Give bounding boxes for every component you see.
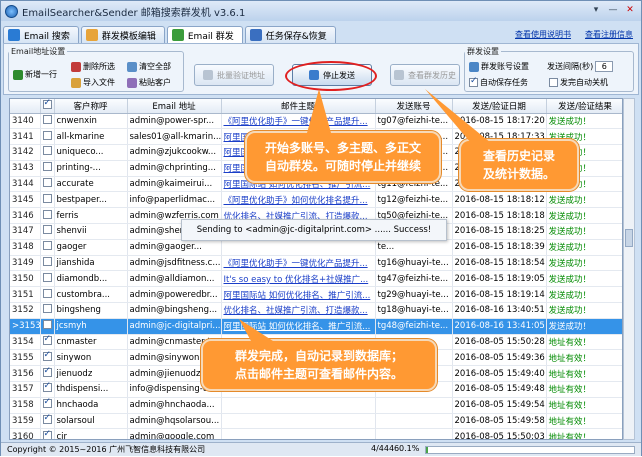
progress-bar <box>425 446 635 454</box>
pointer-history <box>425 89 491 143</box>
status-bar: Copyright © 2015~2016 广州飞智信息科技有限公司 4/444… <box>1 442 641 456</box>
progress-fill <box>426 447 429 453</box>
progress-count: 4/4446 <box>371 444 400 453</box>
app-window: EmailSearcher&Sender 邮箱搜索群发机 v3.6.1 ▾ — … <box>0 0 642 456</box>
pointer-start <box>307 89 331 133</box>
copyright-text: Copyright © 2015~2016 广州飞智信息科技有限公司 <box>7 445 206 454</box>
callout-pointers <box>239 89 491 341</box>
progress-percent: 0.1% <box>399 444 420 453</box>
pointer-done <box>239 319 273 341</box>
